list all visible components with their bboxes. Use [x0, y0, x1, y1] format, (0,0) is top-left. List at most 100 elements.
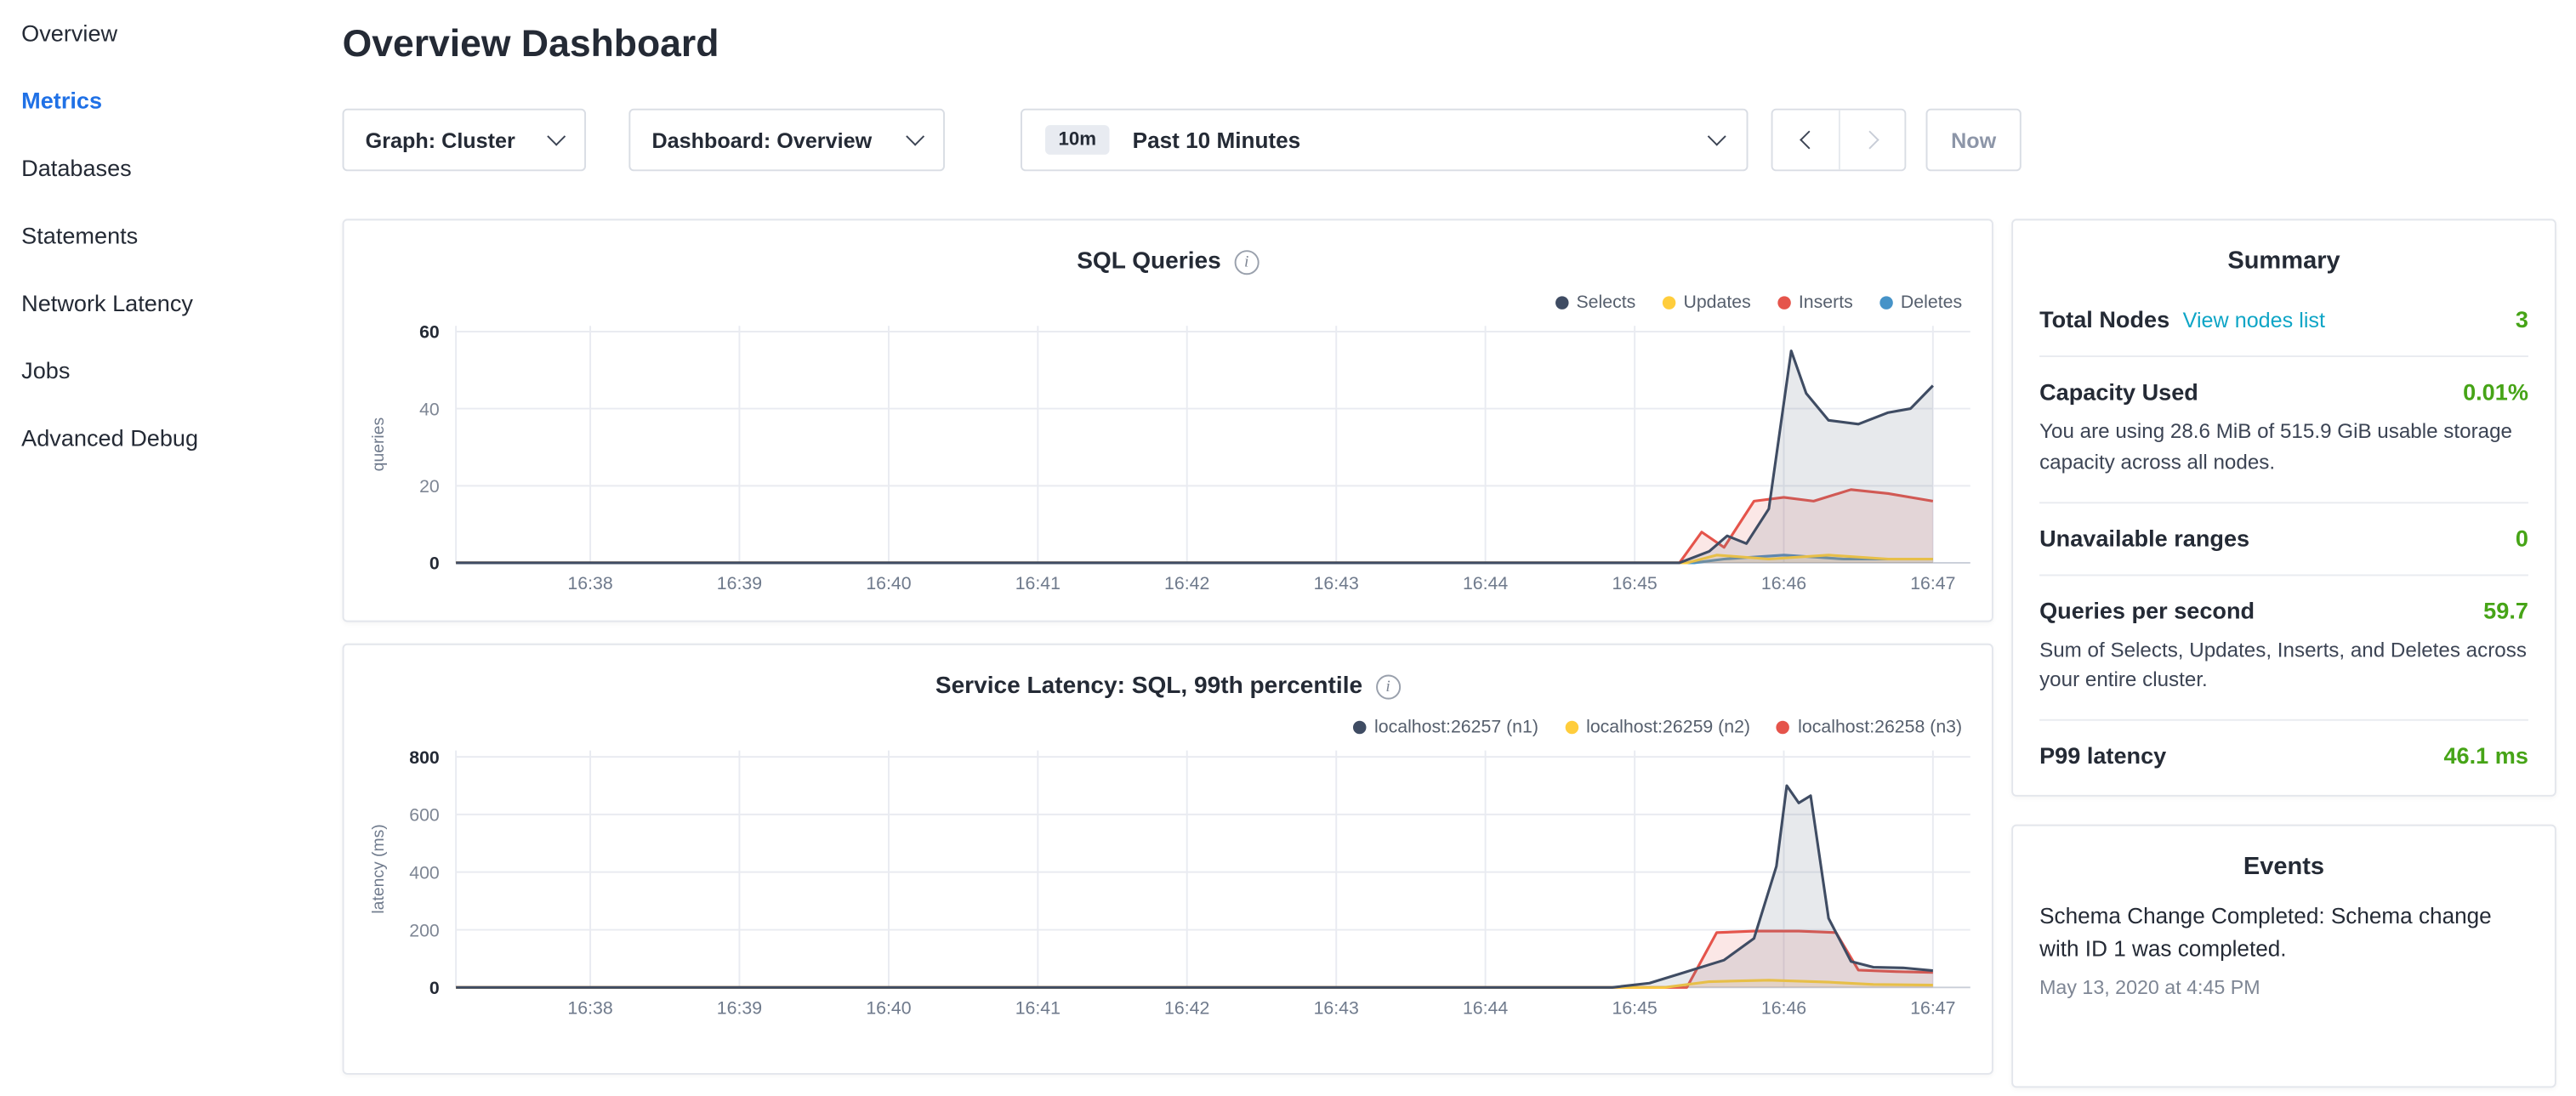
y-axis-tick: 40: [419, 399, 440, 419]
y-axis-tick: 20: [419, 476, 440, 497]
y-axis-tick: 60: [419, 322, 440, 343]
legend-label: Updates: [1683, 293, 1750, 313]
x-axis-tick: 16:38: [567, 997, 612, 1018]
event-time: May 13, 2020 at 4:45 PM: [2039, 975, 2528, 998]
chevron-down-icon: [547, 128, 566, 146]
legend-label: Inserts: [1799, 293, 1853, 313]
time-range-badge: 10m: [1045, 125, 1110, 155]
x-axis-tick: 16:47: [1910, 997, 1955, 1018]
sidebar-item-metrics[interactable]: Metrics: [0, 67, 313, 134]
event-item[interactable]: Schema Change Completed: Schema change w…: [2039, 900, 2528, 998]
y-axis-tick: 400: [409, 862, 440, 883]
page-title: Overview Dashboard: [343, 21, 719, 65]
qps-label: Queries per second: [2039, 597, 2255, 623]
legend-item[interactable]: localhost:26259 (n2): [1565, 718, 1750, 737]
legend-label: localhost:26258 (n3): [1798, 718, 1962, 737]
summary-title: Summary: [2039, 220, 2528, 284]
sql-queries-chart[interactable]: 16:3816:3916:4016:4116:4216:4316:4416:45…: [344, 220, 1995, 620]
unavailable-ranges-label: Unavailable ranges: [2039, 524, 2249, 550]
sidebar-item-overview[interactable]: Overview: [0, 0, 313, 67]
x-axis-tick: 16:44: [1463, 573, 1508, 593]
sidebar-item-advanced-debug[interactable]: Advanced Debug: [0, 405, 313, 472]
summary-row-total-nodes: Total Nodes View nodes list 3: [2039, 285, 2528, 357]
chevron-down-icon: [906, 128, 924, 146]
unavailable-ranges-value: 0: [2516, 524, 2528, 550]
x-axis-tick: 16:39: [717, 997, 762, 1018]
x-axis-tick: 16:44: [1463, 997, 1508, 1018]
legend-item[interactable]: localhost:26258 (n3): [1777, 718, 1962, 737]
graph-dropdown-label: Graph: Cluster: [366, 128, 515, 152]
x-axis-tick: 16:45: [1612, 573, 1658, 593]
chart-legend: Selects Updates Inserts Deletes: [1555, 293, 1962, 313]
time-range-selector[interactable]: 10m Past 10 Minutes: [1021, 109, 1748, 172]
legend-item[interactable]: Selects: [1555, 293, 1635, 313]
x-axis-tick: 16:43: [1314, 997, 1359, 1018]
y-axis-tick: 200: [409, 920, 440, 940]
legend-item[interactable]: Deletes: [1879, 293, 1962, 313]
legend-item[interactable]: Inserts: [1777, 293, 1853, 313]
legend-dot-icon: [1777, 721, 1789, 734]
x-axis-tick: 16:45: [1612, 997, 1658, 1018]
legend-dot-icon: [1353, 721, 1366, 734]
summary-row-p99-latency: P99 latency 46.1 ms: [2039, 721, 2528, 792]
legend-item[interactable]: Updates: [1662, 293, 1750, 313]
time-range-label: Past 10 Minutes: [1133, 128, 1301, 152]
legend-item[interactable]: localhost:26257 (n1): [1353, 718, 1538, 737]
sidebar-item-databases[interactable]: Databases: [0, 135, 313, 202]
x-axis-tick: 16:38: [567, 573, 612, 593]
next-range-button[interactable]: [1839, 111, 1904, 170]
x-axis-tick: 16:40: [866, 573, 911, 593]
y-axis-tick: 800: [409, 747, 440, 768]
capacity-note: You are using 28.6 MiB of 515.9 GiB usab…: [2039, 417, 2528, 479]
legend-dot-icon: [1879, 296, 1892, 309]
chart-title-row: SQL Queries i: [344, 248, 1992, 275]
y-axis-tick: 0: [429, 554, 440, 574]
series-area: [456, 351, 1933, 563]
legend-label: localhost:26259 (n2): [1586, 718, 1750, 737]
chart-title-row: Service Latency: SQL, 99th percentile i: [344, 673, 1992, 700]
sidebar: Overview Metrics Databases Statements Ne…: [0, 0, 313, 1052]
sidebar-item-network-latency[interactable]: Network Latency: [0, 270, 313, 337]
graph-dropdown[interactable]: Graph: Cluster: [343, 109, 586, 172]
right-panel: Summary Total Nodes View nodes list 3 Ca…: [2011, 219, 2556, 1087]
view-nodes-link[interactable]: View nodes list: [2183, 308, 2325, 332]
y-axis-label: queries: [369, 417, 388, 471]
sidebar-item-jobs[interactable]: Jobs: [0, 338, 313, 405]
total-nodes-label: Total Nodes: [2039, 306, 2169, 332]
legend-dot-icon: [1565, 721, 1578, 734]
chart-title: SQL Queries: [1077, 248, 1221, 275]
charts-column: SQL Queries i Selects Updates Inserts Delet…: [343, 219, 1993, 1096]
controls-bar: Graph: Cluster Dashboard: Overview 10m P…: [343, 109, 2022, 172]
info-icon[interactable]: i: [1376, 674, 1401, 699]
y-axis-label: latency (ms): [369, 824, 388, 913]
x-axis-tick: 16:41: [1015, 573, 1061, 593]
summary-row-capacity: Capacity Used 0.01% You are using 28.6 M…: [2039, 357, 2528, 503]
capacity-value: 0.01%: [2463, 378, 2528, 405]
service-latency-chart[interactable]: 16:3816:3916:4016:4116:4216:4316:4416:45…: [344, 645, 1995, 1045]
now-button[interactable]: Now: [1926, 109, 2022, 172]
dashboard-dropdown-label: Dashboard: Overview: [651, 128, 872, 152]
legend-dot-icon: [1662, 296, 1675, 309]
qps-value: 59.7: [2483, 597, 2528, 623]
x-axis-tick: 16:42: [1164, 997, 1209, 1018]
sidebar-item-statements[interactable]: Statements: [0, 202, 313, 270]
legend-label: Deletes: [1901, 293, 1962, 313]
info-icon[interactable]: i: [1234, 249, 1259, 274]
p99-latency-label: P99 latency: [2039, 742, 2166, 769]
x-axis-tick: 16:40: [866, 997, 911, 1018]
prev-range-button[interactable]: [1773, 111, 1839, 170]
chart-legend: localhost:26257 (n1) localhost:26259 (n2)…: [1353, 718, 1962, 737]
events-title: Events: [2039, 826, 2528, 890]
chevron-right-icon: [1861, 131, 1879, 150]
x-axis-tick: 16:39: [717, 573, 762, 593]
chevron-left-icon: [1799, 131, 1817, 150]
x-axis-tick: 16:47: [1910, 573, 1955, 593]
x-axis-tick: 16:46: [1761, 997, 1806, 1018]
chevron-down-icon: [1708, 128, 1726, 146]
y-axis-tick: 0: [429, 978, 440, 998]
app-root: Overview Metrics Databases Statements Ne…: [0, 0, 2576, 1052]
total-nodes-value: 3: [2516, 306, 2528, 332]
dashboard-dropdown[interactable]: Dashboard: Overview: [628, 109, 945, 172]
series-line: [456, 351, 1933, 563]
summary-row-unavailable-ranges: Unavailable ranges 0: [2039, 503, 2528, 575]
